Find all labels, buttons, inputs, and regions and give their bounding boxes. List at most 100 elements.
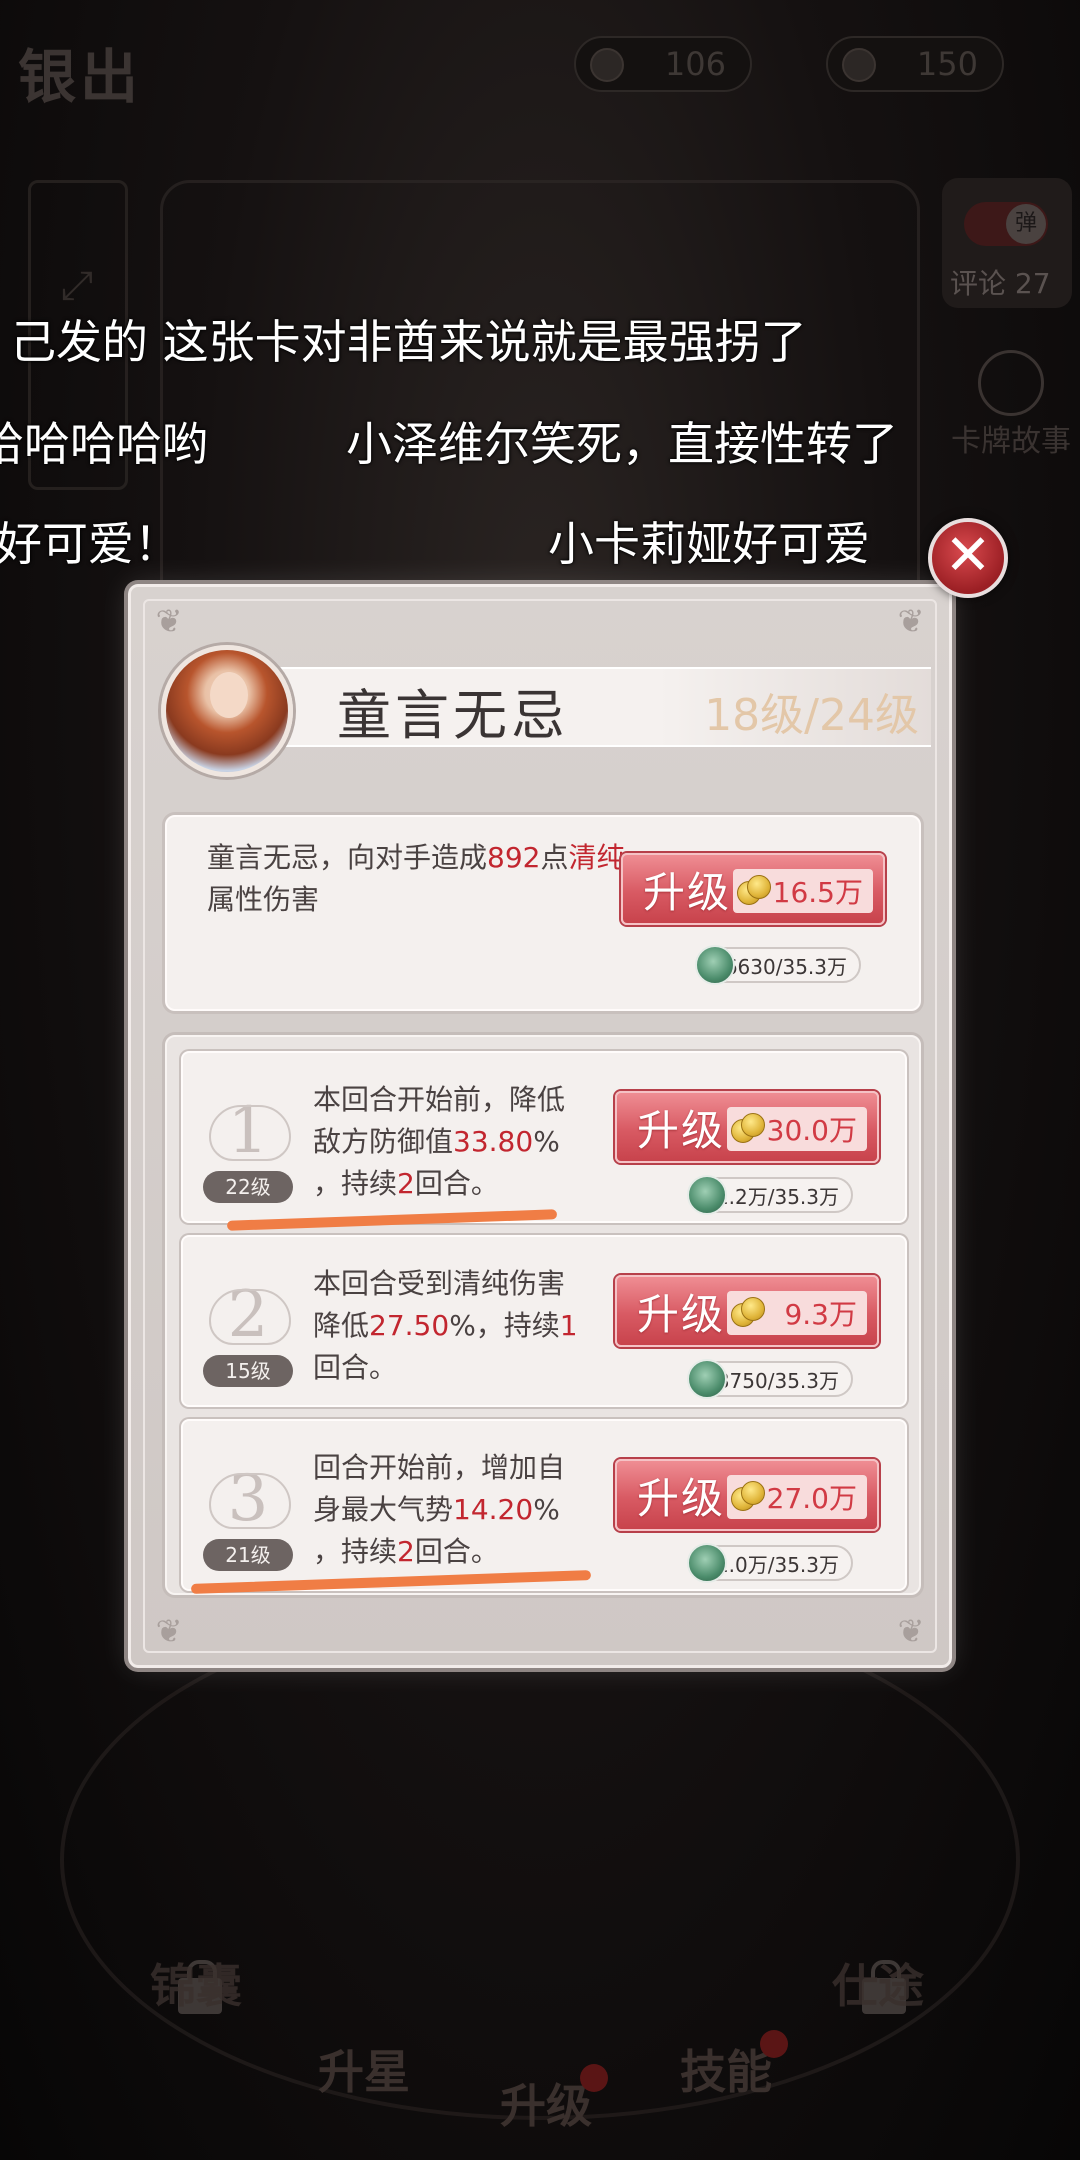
main-skill-card: 童言无忌，向对手造成892点清纯属性伤害 升级 16.5万 6630/35.3万	[165, 815, 921, 1011]
material-value: 1.0万/35.3万	[715, 1552, 839, 1577]
sub-1-upgrade-button[interactable]: 升级 30.0万	[615, 1091, 879, 1163]
upgrade-cost: 30.0万	[727, 1107, 867, 1151]
upgrade-label: 升级	[637, 1105, 726, 1155]
cost-value: 16.5万	[772, 876, 863, 909]
card-story-button[interactable]: 卡牌故事	[950, 350, 1072, 460]
desc-line: ，持续2回合。	[313, 1531, 613, 1573]
sub-3-upgrade-button[interactable]: 升级 27.0万	[615, 1459, 879, 1531]
nav-star[interactable]: 升星	[318, 2036, 410, 2102]
coin-icon	[729, 1295, 769, 1331]
sub-skill-level: 15级	[203, 1355, 293, 1387]
desc-line: 身最大气势14.20%	[313, 1489, 613, 1531]
book-icon	[978, 350, 1044, 416]
avatar-face	[210, 672, 248, 718]
desc-value: 1	[559, 1309, 578, 1342]
desc-text: 童言无忌，向对手造成	[207, 841, 488, 874]
desc-text: 回合。	[414, 1535, 499, 1568]
upgrade-label: 升级	[637, 1473, 726, 1523]
danmu-label: 弹	[1006, 204, 1046, 244]
material-counter: 1.2万/35.3万	[687, 1175, 853, 1215]
material-icon	[695, 945, 735, 985]
character-avatar	[161, 645, 293, 777]
desc-text: ，持续	[313, 1535, 398, 1568]
currency-2-icon	[842, 48, 876, 82]
desc-line: 本回合开始前，降低	[313, 1083, 566, 1116]
desc-line: 回合。	[313, 1351, 398, 1384]
nav-skill-label: 技能	[680, 2045, 772, 2099]
nav-lock-left[interactable]: 锦囊	[150, 1950, 242, 2016]
corner-ornament-icon: ❦	[155, 1612, 183, 1650]
upgrade-label: 升级	[643, 867, 732, 917]
damage-value: 892	[487, 841, 541, 874]
sub-2-upgrade-button[interactable]: 升级 9.3万	[615, 1275, 879, 1347]
sub-skill-description: 本回合受到清纯伤害 降低27.50%，持续1 回合。	[313, 1263, 613, 1389]
skill-level: 18级/24级	[704, 690, 919, 741]
nav-upgrade[interactable]: 升级	[500, 2064, 608, 2136]
attribute-name: 清纯	[568, 841, 625, 874]
danmaku-5: 小卡莉娅好可爱	[548, 517, 870, 571]
desc-line: ，持续2回合。	[313, 1163, 613, 1205]
close-button[interactable]: ✕	[928, 518, 1008, 598]
currency-2-value: 150	[916, 45, 978, 83]
desc-value: 2	[397, 1167, 415, 1200]
desc-text: ，持续	[313, 1167, 398, 1200]
nav-lock-right[interactable]: 仕途	[832, 1950, 924, 2016]
desc-text: 回合。	[414, 1167, 499, 1200]
nav-skill[interactable]: 技能	[680, 2030, 788, 2102]
desc-text: 降低	[313, 1309, 370, 1342]
main-upgrade-button[interactable]: 升级 16.5万	[621, 853, 885, 925]
desc-value: 27.50	[369, 1309, 450, 1342]
cost-value: 9.3万	[784, 1298, 857, 1331]
currency-1-value: 106	[664, 45, 726, 83]
corner-ornament-icon: ❦	[155, 602, 183, 640]
expand-icon: ⤢	[61, 263, 93, 309]
cost-value: 27.0万	[766, 1482, 857, 1515]
upgrade-label: 升级	[637, 1289, 726, 1339]
upgrade-cost: 16.5万	[733, 869, 873, 913]
bottom-arc-decoration	[60, 1600, 1020, 2120]
sub-skill-number: 1	[203, 1095, 293, 1167]
desc-text: 身最大气势	[313, 1493, 454, 1526]
desc-text: 属性伤害	[207, 883, 320, 916]
notification-dot	[760, 2030, 788, 2058]
material-value: 3750/35.3万	[716, 1368, 839, 1393]
cost-value: 30.0万	[766, 1114, 857, 1147]
skill-upgrade-panel: ❦ ❦ ❦ ❦ 童言无忌 18级/24级 童言无忌，向对手造成892点清纯属性伤…	[128, 584, 952, 1668]
nav-upgrade-label: 升级	[500, 2079, 592, 2133]
sub-skill-card-1: 1 22级 本回合开始前，降低 敌方防御值33.80% ，持续2回合。 升级 3…	[181, 1051, 907, 1223]
danmaku-3: 小泽维尔笑死，直接性转了	[346, 417, 898, 471]
upgrade-cost: 9.3万	[727, 1291, 867, 1335]
coin-icon	[735, 873, 775, 909]
currency-counter-2[interactable]: 150	[826, 36, 1004, 92]
material-icon	[687, 1359, 727, 1399]
desc-value: 14.20	[453, 1493, 534, 1526]
desc-line: 敌方防御值33.80%	[313, 1121, 613, 1163]
currency-counter-1[interactable]: 106	[574, 36, 752, 92]
material-value: 6630/35.3万	[724, 954, 847, 979]
desc-line: 本回合受到清纯伤害	[313, 1267, 566, 1300]
desc-line: 回合开始前，增加自	[313, 1451, 566, 1484]
desc-text: 点	[540, 841, 569, 874]
material-counter: 1.0万/35.3万	[687, 1543, 853, 1583]
desc-text: %，持续	[449, 1309, 560, 1342]
skill-name: 童言无忌	[337, 684, 569, 747]
close-icon: ✕	[944, 523, 992, 588]
danmu-switch[interactable]: 弹	[964, 202, 1048, 246]
sub-skill-card-2: 2 15级 本回合受到清纯伤害 降低27.50%，持续1 回合。 升级 9.3万…	[181, 1235, 907, 1407]
danmaku-2: 哈哈哈哈哟	[0, 417, 208, 471]
material-value: 1.2万/35.3万	[715, 1184, 839, 1209]
danmaku-1: 己发的 这张卡对非酋来说就是最强拐了	[10, 315, 807, 369]
corner-ornament-icon: ❦	[897, 602, 925, 640]
material-icon	[687, 1175, 727, 1215]
sub-skill-card-3: 3 21级 回合开始前，增加自 身最大气势14.20% ，持续2回合。 升级 2…	[181, 1419, 907, 1591]
card-story-label: 卡牌故事	[951, 424, 1071, 459]
main-skill-description: 童言无忌，向对手造成892点清纯属性伤害	[207, 837, 627, 921]
desc-text: 敌方防御值	[313, 1125, 454, 1158]
danmu-toggle[interactable]: 弹 评论 27	[942, 178, 1072, 308]
material-counter: 6630/35.3万	[695, 945, 861, 985]
corner-ornament-icon: ❦	[897, 1612, 925, 1650]
currency-1-icon	[590, 48, 624, 82]
notification-dot	[580, 2064, 608, 2092]
sub-skill-level: 22级	[203, 1171, 293, 1203]
sub-skill-description: 本回合开始前，降低 敌方防御值33.80% ，持续2回合。	[313, 1079, 613, 1205]
